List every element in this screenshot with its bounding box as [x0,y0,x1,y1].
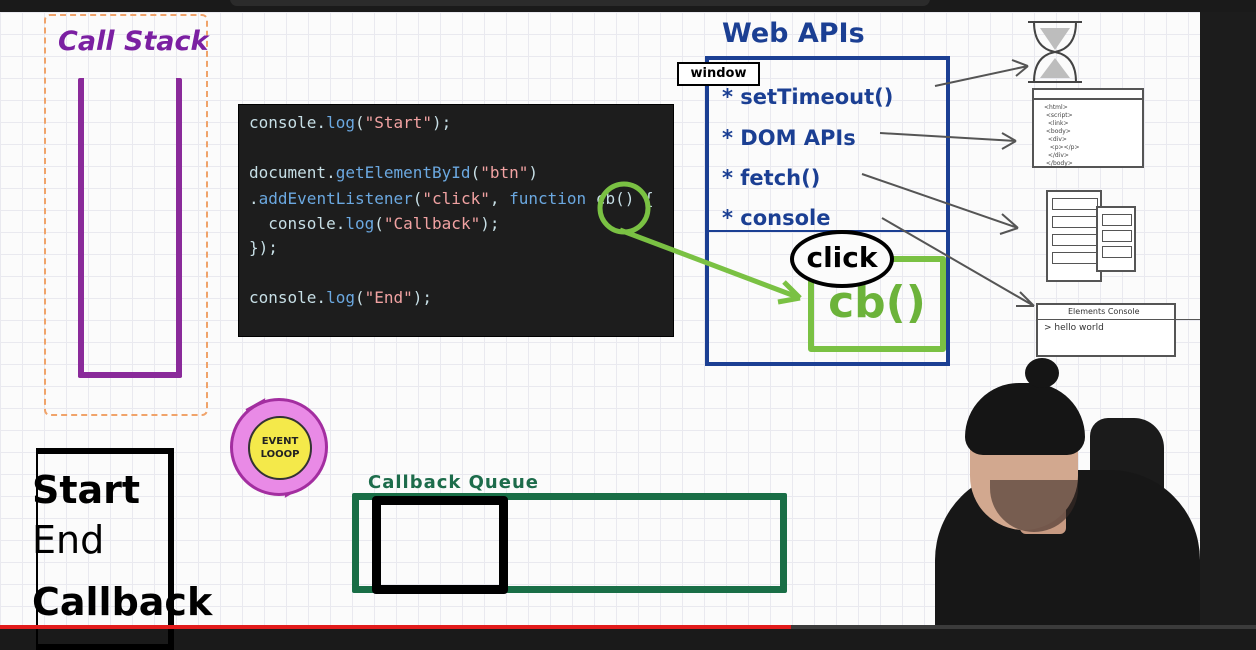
event-loop-label-line1: EVENT [261,436,299,447]
server-icon-secondary [1096,206,1136,272]
cb-arrow [619,227,801,301]
console-output: > hello world [1044,323,1104,333]
api-arrows [861,59,1035,307]
document-icon: <html> <script> <link> <body> <div> <p><… [1032,88,1144,168]
event-loop-label-line2: LOOOP [260,449,300,460]
server-icon [1046,190,1102,282]
console-icon: Elements Console > hello world [1036,303,1204,357]
event-loop-icon: EVENT LOOOP [248,416,312,480]
right-edge-strip [1200,12,1256,629]
output-line-end: End [32,518,105,562]
video-progress-fill [0,625,792,629]
presenter-hair-bun [1025,358,1059,388]
console-tabs: Elements Console [1038,305,1204,320]
callback-queue-slot [372,496,508,594]
output-line-callback: Callback [32,580,213,624]
video-progress-bar[interactable] [0,625,1256,629]
output-line-start: Start [32,468,141,512]
callback-queue-title: Callback Queue [368,472,539,493]
cb-highlight-circle [597,181,651,235]
hourglass-icon [1028,21,1082,83]
